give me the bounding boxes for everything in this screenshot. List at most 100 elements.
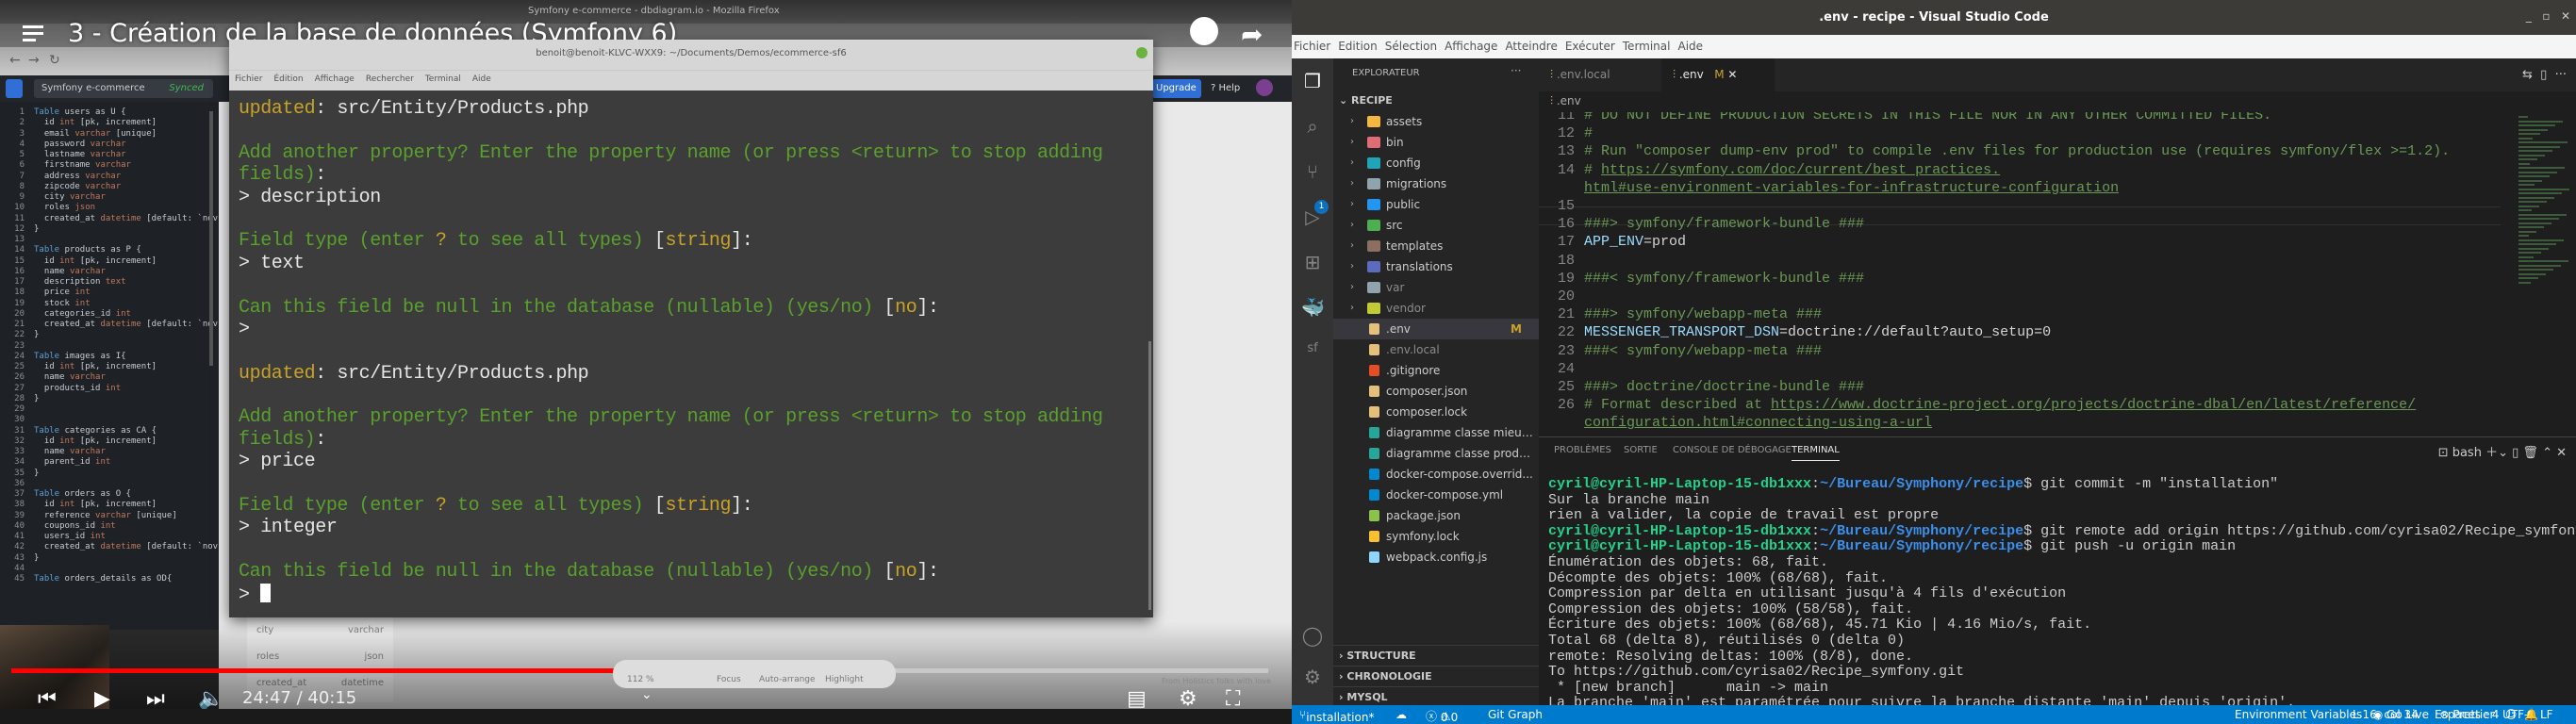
settings-gear-icon[interactable]: ⚙ bbox=[1179, 687, 1197, 711]
file-item[interactable]: docker-compose.yml bbox=[1333, 485, 1539, 505]
menu-item[interactable]: Aide bbox=[1677, 40, 1703, 53]
close-icon[interactable]: ✕ bbox=[1727, 68, 1737, 81]
highlight-toggle[interactable]: Highlight bbox=[825, 675, 864, 684]
next-icon[interactable]: ⏭ bbox=[146, 687, 165, 711]
root-folder[interactable]: ⌄ RECIPE bbox=[1333, 90, 1539, 111]
new-terminal-icon[interactable]: ＋⌄ bbox=[2485, 446, 2512, 460]
tab-problems[interactable]: PROBLÈMES bbox=[1554, 445, 1611, 455]
close-icon[interactable] bbox=[1136, 47, 1148, 58]
volume-icon[interactable]: 🔈 bbox=[198, 687, 223, 711]
terminal-output[interactable]: updated: src/Entity/Products.php Add anot… bbox=[239, 98, 1144, 606]
file-item[interactable]: docker-compose.overrid... bbox=[1333, 464, 1539, 485]
branch-indicator[interactable]: ⑂ installation* bbox=[1299, 708, 1374, 724]
file-item[interactable]: symfony.lock bbox=[1333, 526, 1539, 547]
search-icon[interactable]: ⌕ bbox=[1301, 115, 1324, 138]
docker-icon[interactable]: 🐳 bbox=[1301, 296, 1325, 319]
menu-item[interactable]: Fichier bbox=[1294, 40, 1330, 53]
section-mysql[interactable]: › MYSQL bbox=[1333, 686, 1539, 707]
notifications-bell-icon[interactable]: 🔔 bbox=[2524, 708, 2538, 721]
subtitles-icon[interactable]: ▤ bbox=[1127, 687, 1147, 711]
env-vars-button[interactable]: Environment Variables bbox=[2235, 708, 2362, 721]
problems-indicator[interactable]: ⓧ 0 ⚠ 0 bbox=[1426, 708, 1458, 724]
file-item[interactable]: .env M bbox=[1333, 319, 1539, 339]
extensions-icon[interactable]: ⊞ bbox=[1301, 251, 1324, 273]
window-controls[interactable]: _ ▫ ✕ bbox=[2526, 9, 2570, 23]
file-item[interactable]: package.json bbox=[1333, 505, 1539, 526]
menu-item[interactable]: Édition bbox=[273, 74, 303, 84]
integrated-terminal[interactable]: cyril@cyril-HP-Laptop-15-db1xxx:~/Bureau… bbox=[1548, 476, 2576, 712]
menu-item[interactable]: Rechercher bbox=[366, 74, 414, 84]
code-editor[interactable]: 11 # DO NOT DEFINE PRODUCTION SECRETS IN … bbox=[1539, 112, 2510, 433]
trash-icon[interactable]: 🗑 bbox=[2522, 446, 2542, 460]
git-graph-button[interactable]: Git Graph bbox=[1488, 708, 1543, 721]
tab-debug-console[interactable]: CONSOLE DE DÉBOGAGE bbox=[1673, 445, 1792, 455]
explorer-icon[interactable]: ❐ bbox=[1301, 70, 1324, 92]
terminal-window[interactable]: benoit@benoit-KLVC-WXX9: ~/Documents/Dem… bbox=[229, 40, 1153, 617]
previous-icon[interactable]: ⏮ bbox=[38, 687, 57, 711]
account-icon[interactable]: ◯ bbox=[1301, 624, 1324, 647]
project-name-dropdown[interactable]: Symfony e-commerce Synced bbox=[34, 79, 213, 98]
zoom-level[interactable]: 112 % bbox=[627, 675, 654, 684]
file-item[interactable]: diagramme classe mieux.... bbox=[1333, 422, 1539, 443]
folder-item[interactable]: › public bbox=[1333, 194, 1539, 215]
menu-item[interactable]: Edition bbox=[1338, 40, 1378, 53]
folder-item[interactable]: › src bbox=[1333, 215, 1539, 236]
folder-item[interactable]: › templates bbox=[1333, 236, 1539, 256]
menu-item[interactable]: Terminal bbox=[425, 74, 461, 84]
go-live-button[interactable]: ◉ Go Live bbox=[2373, 708, 2429, 721]
folder-item[interactable]: › translations bbox=[1333, 256, 1539, 277]
playlist-icon[interactable] bbox=[23, 25, 45, 43]
split-terminal-icon[interactable]: ▯ bbox=[2512, 446, 2522, 460]
file-item[interactable]: composer.lock bbox=[1333, 402, 1539, 422]
menu-item[interactable]: Sélection bbox=[1385, 40, 1437, 53]
tab-output[interactable]: SORTIE bbox=[1624, 445, 1658, 455]
more-actions-icon[interactable]: ··· bbox=[1511, 64, 1521, 77]
menu-item[interactable]: Affichage bbox=[315, 74, 355, 84]
menu-item[interactable]: Affichage bbox=[1445, 40, 1497, 53]
folder-item[interactable]: › var bbox=[1333, 277, 1539, 298]
tab-env-local[interactable]: ⫶ .env.local bbox=[1539, 58, 1661, 91]
folder-item[interactable]: › vendor bbox=[1333, 298, 1539, 319]
eol[interactable]: LF bbox=[2540, 708, 2553, 721]
folder-item[interactable]: › migrations bbox=[1333, 173, 1539, 194]
file-item[interactable]: .gitignore bbox=[1333, 360, 1539, 381]
minimap[interactable] bbox=[2515, 112, 2571, 433]
dbml-code-editor[interactable]: 1 Table users as U {2 id int [pk, increme… bbox=[0, 102, 219, 630]
sync-icon[interactable]: ☁ bbox=[1395, 708, 1407, 721]
file-item[interactable]: diagramme classe produi... bbox=[1333, 443, 1539, 464]
prettier-button[interactable]: ⊘ Prettier bbox=[2439, 708, 2494, 721]
terminal-scrollbar[interactable] bbox=[1148, 341, 1151, 610]
editor-actions[interactable]: ⇆ ▯ ··· bbox=[2522, 68, 2567, 82]
tab-terminal[interactable]: TERMINAL bbox=[1792, 445, 1840, 461]
run-debug-icon[interactable]: ▷ bbox=[1301, 206, 1324, 228]
auto-arrange-button[interactable]: Auto-arrange bbox=[759, 675, 816, 684]
tab-env[interactable]: ⫶ .env M ✕ bbox=[1661, 58, 1775, 91]
folder-item[interactable]: › assets bbox=[1333, 111, 1539, 132]
folder-item[interactable]: › config bbox=[1333, 153, 1539, 173]
exit-fullscreen-icon[interactable]: ⛶ bbox=[1226, 687, 1240, 711]
watch-later-icon[interactable] bbox=[1190, 17, 1218, 45]
code-scrollbar[interactable] bbox=[209, 111, 213, 366]
symfony-icon[interactable]: sf bbox=[1301, 341, 1324, 364]
section-structure[interactable]: › STRUCTURE bbox=[1333, 645, 1539, 666]
menu-item[interactable]: Atteindre bbox=[1505, 40, 1557, 53]
video-player[interactable]: Symfony e-commerce - dbdiagram.io - Mozi… bbox=[0, 0, 1292, 724]
maximize-panel-icon[interactable]: ⌃ bbox=[2542, 446, 2556, 460]
avatar[interactable] bbox=[1256, 79, 1273, 96]
help-button[interactable]: ? Help bbox=[1211, 83, 1240, 93]
section-chronologie[interactable]: › CHRONOLOGIE bbox=[1333, 666, 1539, 686]
upgrade-button[interactable]: Upgrade bbox=[1152, 79, 1201, 98]
folder-item[interactable]: › bin bbox=[1333, 132, 1539, 153]
play-icon[interactable]: ▶ bbox=[94, 687, 110, 711]
manage-gear-icon[interactable]: ⚙ bbox=[1301, 666, 1324, 688]
share-icon[interactable]: ➦ bbox=[1241, 19, 1263, 50]
file-item[interactable]: .env.local bbox=[1333, 339, 1539, 360]
shell-selector[interactable]: bash bbox=[2452, 446, 2482, 460]
menu-item[interactable]: Terminal bbox=[1623, 40, 1671, 53]
menu-item[interactable]: Exécuter bbox=[1565, 40, 1615, 53]
breadcrumb[interactable]: ⫶ .env bbox=[1539, 91, 1593, 112]
focus-button[interactable]: Focus bbox=[717, 675, 741, 684]
close-panel-icon[interactable]: ✕ bbox=[2556, 446, 2567, 460]
file-item[interactable]: webpack.config.js bbox=[1333, 547, 1539, 568]
feedback-icon[interactable]: ☺ bbox=[2505, 708, 2518, 721]
